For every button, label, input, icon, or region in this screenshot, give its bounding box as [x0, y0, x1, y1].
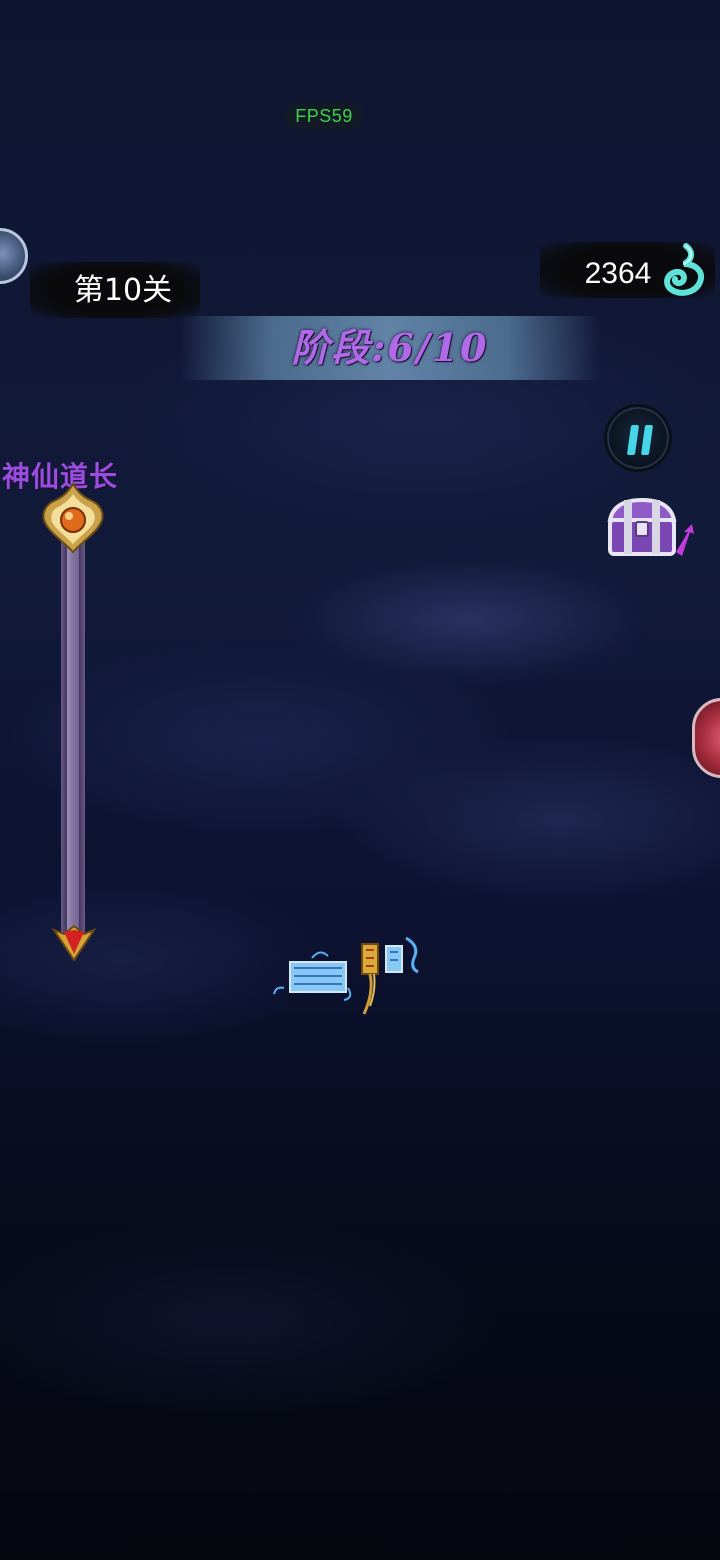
stage-progress-text: 阶段:6/10: [291, 325, 489, 370]
boss-progress-fill: [67, 538, 79, 940]
boss-emblem-icon: [42, 482, 104, 554]
talisman-icon: [273, 936, 419, 1015]
left-edge-avatar-button[interactable]: [0, 228, 28, 284]
progress-arrow-icon: [51, 924, 97, 962]
game-screen: FPS59 第10关 2364 阶段:6/10 神仙道长: [0, 0, 720, 1560]
soul-flame-icon: [664, 243, 704, 296]
treasure-chest-icon[interactable]: [604, 494, 696, 564]
level-label: 第10关: [73, 273, 173, 308]
soul-count: 2364: [584, 257, 652, 290]
right-edge-skill-button[interactable]: [692, 698, 720, 778]
pause-icon: [626, 425, 640, 455]
fps-counter: FPS59: [284, 102, 364, 130]
pause-button[interactable]: [604, 404, 672, 472]
